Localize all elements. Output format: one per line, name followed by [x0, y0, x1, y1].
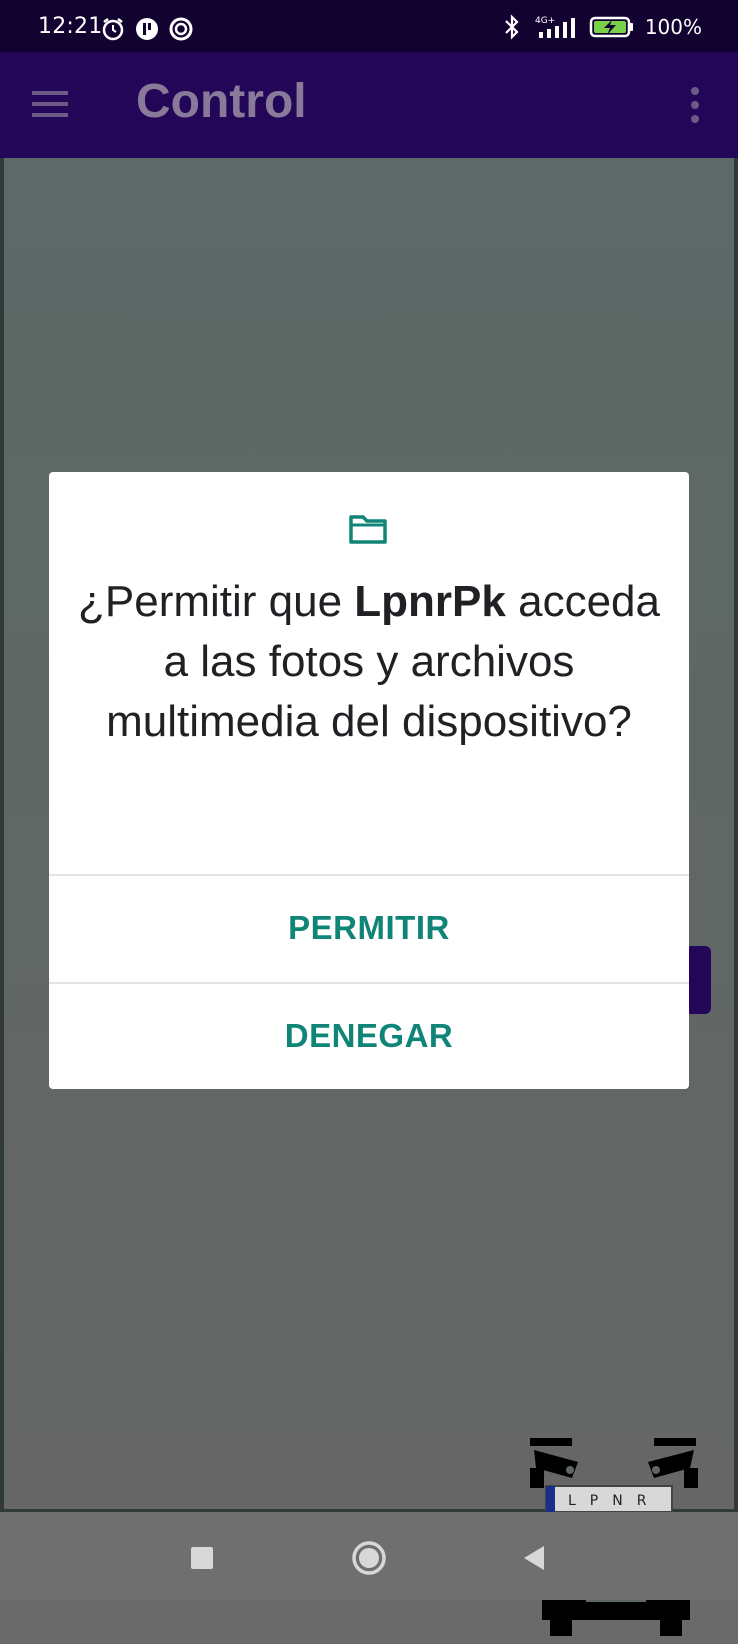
message-prefix: ¿Permitir que [78, 577, 355, 626]
back-triangle-icon[interactable] [514, 1538, 554, 1578]
folder-icon [349, 515, 387, 544]
app-notification-icon [136, 18, 158, 40]
app-bar: Control [0, 52, 738, 158]
deny-button[interactable]: DENEGAR [49, 984, 689, 1088]
status-system-icons: 4G+ 100% [501, 14, 702, 40]
status-time: 12:21 [38, 14, 103, 39]
plate-text: LPNR [568, 1493, 660, 1509]
dialog-message: ¿Permitir que LpnrPk acceda a las fotos … [69, 572, 669, 752]
navigation-bar [0, 1512, 738, 1600]
battery-charging-icon [589, 16, 633, 38]
camera-icon-right [648, 1438, 698, 1488]
status-bar: 12:21 4G+ 100% [0, 0, 738, 52]
permission-dialog: ¿Permitir que LpnrPk acceda a las fotos … [49, 472, 689, 1089]
hamburger-menu-icon[interactable] [30, 88, 70, 120]
focus-ring-icon [169, 17, 193, 41]
signal-icon: 4G+ [535, 16, 575, 38]
home-circle-icon[interactable] [349, 1538, 389, 1578]
alarm-icon [102, 18, 124, 41]
more-vert-icon[interactable] [690, 86, 700, 124]
network-label: 4G+ [535, 16, 555, 26]
status-notification-icons [100, 16, 194, 41]
app-name: LpnrPk [354, 577, 506, 626]
camera-icon-left [530, 1438, 578, 1488]
recents-square-icon[interactable] [182, 1538, 222, 1578]
page-title: Control [136, 75, 307, 128]
allow-button[interactable]: PERMITIR [49, 876, 689, 980]
battery-percentage: 100% [644, 15, 702, 39]
bluetooth-icon [505, 14, 519, 40]
